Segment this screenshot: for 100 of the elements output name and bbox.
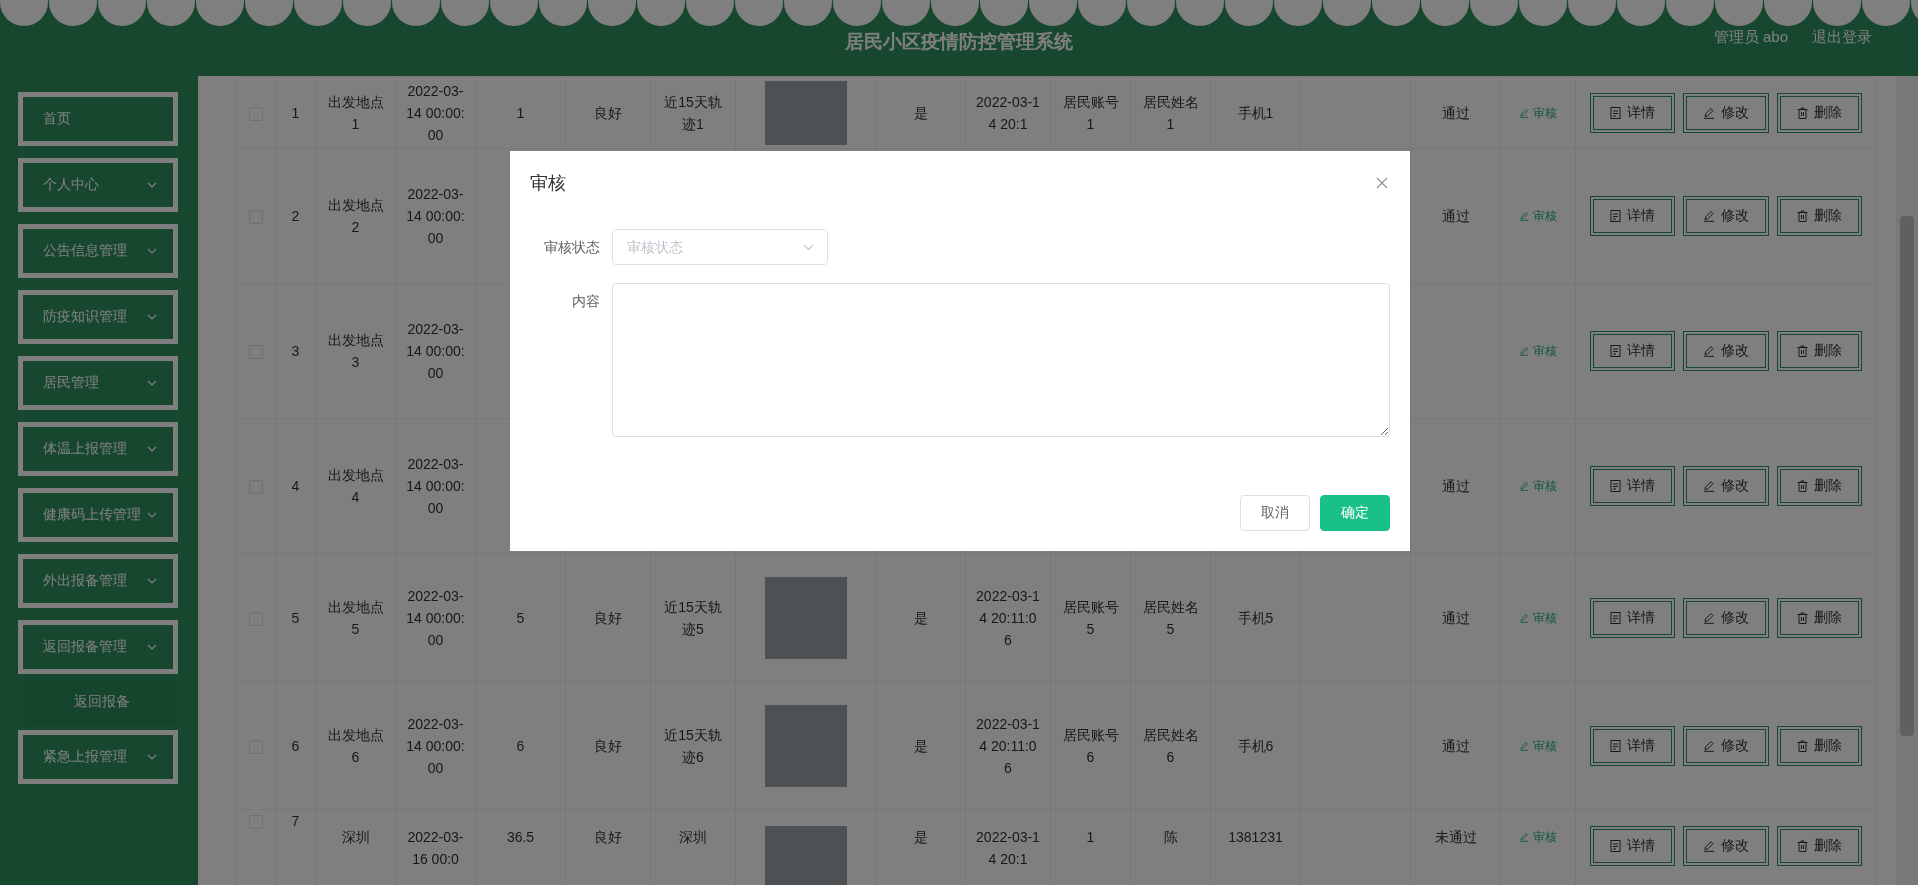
table-cell-text: 1381231 [1228,828,1283,847]
delete-button[interactable]: 删除 [1776,826,1862,866]
sidebar-item[interactable]: 公告信息管理 [18,224,178,278]
edit-button[interactable]: 修改 [1682,597,1769,638]
delete-button[interactable]: 删除 [1776,466,1862,506]
chevron-icon [147,314,157,320]
scrollbar[interactable] [1896,76,1918,885]
content-textarea[interactable] [612,283,1390,437]
document-icon [1609,345,1621,357]
trash-icon [1796,106,1808,119]
edit-button[interactable]: 修改 [1682,725,1769,766]
table-cell-text: 2022-03-14 20:11:06 [976,586,1040,650]
pencil-icon [1702,345,1715,357]
trash-icon [1796,840,1808,852]
table-cell-text: 通过 [1441,736,1470,756]
delete-button[interactable]: 删除 [1776,331,1862,371]
table-cell-text: 居民账号6 [1061,725,1120,767]
table-cell-text: 良好 [594,103,622,123]
trash-icon [1796,210,1808,222]
pencil-icon [1702,210,1715,222]
sidebar-item[interactable]: 居民管理 [18,356,178,410]
sidebar-item[interactable]: 外出报备管理 [18,554,178,608]
trash-icon [1796,480,1808,492]
table-cell-text: 居民账号1 [1061,92,1120,134]
table-cell-text: 是 [913,736,928,756]
table-cell-text: 居民姓名5 [1141,597,1200,639]
table-cell-text: 是 [913,608,928,628]
edit-button[interactable]: 修改 [1682,826,1769,866]
table-cell-text: 深圳 [341,828,370,847]
sidebar-item[interactable]: 体温上报管理 [18,422,178,476]
sidebar-item[interactable]: 健康码上传管理 [18,488,178,542]
pencil-icon [1519,481,1529,491]
edit-button[interactable]: 修改 [1682,331,1769,371]
table-cell-text: 近15天轨迹1 [663,92,723,134]
document-icon [1609,210,1621,222]
delete-button[interactable]: 删除 [1776,92,1862,133]
table-cell-text: 1 [291,103,300,123]
table-cell-text: 7 [291,812,300,831]
table-cell-text: 4 [291,477,300,496]
detail-button[interactable]: 详情 [1589,826,1675,866]
edit-button[interactable]: 修改 [1682,196,1769,236]
document-icon [1609,611,1621,624]
table-cell-text: 2022-03-14 00:00:00 [406,586,465,650]
table-cell-text: 居民姓名6 [1141,725,1200,767]
table-cell-text: 2022-03-14 00:00:00 [406,185,465,248]
table-cell-text: 3 [291,342,300,361]
edit-button[interactable]: 修改 [1682,466,1769,506]
confirm-button[interactable]: 确定 [1320,495,1390,531]
chevron-icon [803,244,814,251]
sidebar-item[interactable]: 个人中心 [18,158,178,212]
table-cell-text: 2022-03-14 20:1 [976,92,1040,134]
table-cell-text: 良好 [594,608,622,628]
detail-button[interactable]: 详情 [1589,725,1675,766]
table-cell-text: 出发地点2 [326,196,385,237]
field-label: 审核状态 [543,238,601,257]
pencil-icon [1702,480,1715,492]
table-cell-text: 36.5 [506,828,535,847]
close-icon[interactable] [1374,175,1390,191]
field-label: 内容 [571,292,601,311]
sidebar-item[interactable]: 首页 [18,92,178,146]
table-cell-text: 手机1 [1237,103,1274,123]
detail-button[interactable]: 详情 [1589,331,1675,371]
pencil-icon [1519,832,1529,842]
table-cell-text: 通过 [1441,207,1470,226]
pencil-icon [1519,107,1529,118]
table-cell-text: 居民姓名1 [1141,92,1200,134]
chevron-icon [147,512,157,518]
edit-button[interactable]: 修改 [1682,92,1769,133]
sidebar-item[interactable]: 防疫知识管理 [18,290,178,344]
detail-button[interactable]: 详情 [1589,92,1675,133]
trash-icon [1796,345,1808,357]
table-cell-text: 近15天轨迹5 [663,597,723,639]
sidebar-item[interactable]: 返回报备管理 [18,620,178,674]
table-cell-text: 2022-03-14 20:11:06 [976,714,1040,778]
table-cell-text: 2022-03-14 00:00:00 [406,81,465,145]
delete-button[interactable]: 删除 [1776,196,1862,236]
table-cell-text: 良好 [594,736,622,756]
table-cell-text: 5 [291,608,300,628]
table-cell-text: 居民账号5 [1061,597,1120,639]
table-cell-text: 陈 [1163,828,1178,847]
logout-link[interactable]: 退出登录 [1812,28,1872,47]
delete-button[interactable]: 删除 [1776,725,1862,766]
pencil-icon [1702,739,1715,752]
table-cell-text: 1 [516,103,525,123]
pencil-icon [1519,346,1529,356]
status-select[interactable]: 审核状态 [612,229,828,265]
cancel-button[interactable]: 取消 [1240,495,1310,531]
table-cell-text: 未通过 [1434,828,1477,847]
table-cell-text: 1 [1086,828,1095,847]
sidebar-item[interactable]: 紧急上报管理 [18,730,178,784]
document-icon [1609,840,1621,852]
detail-button[interactable]: 详情 [1589,196,1675,236]
table-cell-text: 深圳 [679,828,707,847]
pencil-icon [1702,611,1715,624]
table-cell-text: 手机6 [1237,736,1274,756]
table-cell-text: 出发地点1 [326,92,385,134]
delete-button[interactable]: 删除 [1776,597,1862,638]
detail-button[interactable]: 详情 [1589,597,1675,638]
table-cell-text: 近15天轨迹6 [663,725,723,767]
detail-button[interactable]: 详情 [1589,466,1675,506]
